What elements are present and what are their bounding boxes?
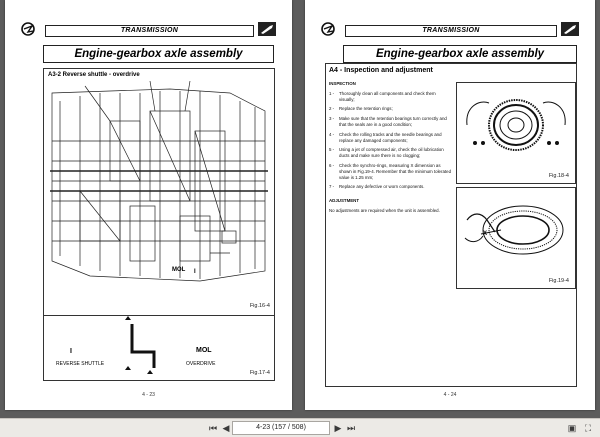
section-header: TRANSMISSION xyxy=(45,25,254,37)
item-text: Make sure that the retention bearings tu… xyxy=(339,116,447,127)
document-page-left: TRANSMISSION Engine-gearbox axle assembl… xyxy=(5,0,292,410)
last-page-button[interactable]: ⏭ xyxy=(345,422,357,434)
viewer-toolbar: ⏮ ◀ 4-23 (157 / 508) ▶ ⏭ ▣ ⛶ xyxy=(0,418,600,437)
list-item: 7 - Replace any defective or worn compone… xyxy=(329,184,451,190)
fit-page-icon[interactable]: ▣ xyxy=(566,422,578,434)
page-header: TRANSMISSION xyxy=(21,22,276,38)
adjustment-text: No adjustments are required when the uni… xyxy=(329,207,440,213)
reverse-shuttle-label: REVERSE SHUTTLE xyxy=(56,361,105,367)
mol-label: MOL xyxy=(172,267,186,273)
adjustment-heading: ADJUSTMENT xyxy=(329,198,360,204)
figure-box: X Fig.19-4 xyxy=(456,187,576,289)
item-text: Using a jet of compressed air, check the… xyxy=(339,147,444,159)
figure-label: Fig.17-4 xyxy=(249,370,270,376)
brand-logo-icon xyxy=(21,22,35,36)
item-text: Check the synchro-rings, measuring X dim… xyxy=(339,162,452,180)
item-number: 3 - xyxy=(329,116,335,122)
item-number: 2 - xyxy=(329,106,335,112)
list-item: 5 - Using a jet of compressed air, check … xyxy=(329,147,451,159)
reverse-shuttle-position: I xyxy=(70,348,72,355)
wrench-icon xyxy=(561,22,579,36)
wrench-icon xyxy=(258,22,276,36)
figure-box: Fig.18-4 xyxy=(456,82,576,184)
previous-page-button[interactable]: ◀ xyxy=(220,422,232,434)
item-text: Replace any defective or worn components… xyxy=(339,184,425,190)
list-item: 3 - Make sure that the retention bearings… xyxy=(329,116,451,128)
item-number: 1 - xyxy=(329,90,335,96)
mol-position-label: I xyxy=(194,269,196,275)
list-item: 2 - Replace the retention rings; xyxy=(329,106,451,112)
page-title: Engine-gearbox axle assembly xyxy=(343,45,577,63)
overdrive-label: OVERDRIVE xyxy=(186,361,216,367)
item-number: 4 - xyxy=(329,131,335,137)
shuttle-diagram-frame: I MOL REVERSE SHUTTLE OVERDRIVE Fig.17-4 xyxy=(43,314,275,381)
synchro-rings-drawing xyxy=(466,99,566,151)
item-text: Replace the retention rings; xyxy=(339,106,393,112)
list-item: 6 - Check the synchro-rings, measuring X … xyxy=(329,163,451,180)
item-number: 7 - xyxy=(329,184,335,190)
section-label: A3-2 Reverse shuttle - overdrive xyxy=(48,72,140,78)
synchro-measure-drawing xyxy=(464,205,564,255)
next-page-button[interactable]: ▶ xyxy=(332,422,344,434)
item-number: 6 - xyxy=(329,162,335,168)
inspection-text: INSPECTION 1 - Thoroughly clean all compo… xyxy=(329,80,451,214)
page-number-input[interactable]: 4-23 (157 / 508) xyxy=(232,421,330,435)
figure-label: Fig.16-4 xyxy=(249,303,270,309)
list-item: 1 - Thoroughly clean all components and c… xyxy=(329,91,451,103)
item-number: 5 - xyxy=(329,147,335,153)
figure-label: Fig.19-4 xyxy=(548,278,569,284)
fullscreen-icon[interactable]: ⛶ xyxy=(582,422,594,434)
x-dimension-label: X xyxy=(483,231,488,237)
first-page-button[interactable]: ⏮ xyxy=(207,422,219,434)
page-number: 4 - 24 xyxy=(443,392,457,398)
shuttle-lever-diagram xyxy=(125,316,156,374)
document-page-right: TRANSMISSION Engine-gearbox axle assembl… xyxy=(305,0,595,410)
page-header: TRANSMISSION xyxy=(321,22,579,38)
section-title: A4 - Inspection and adjustment xyxy=(329,67,433,74)
item-text: Thoroughly clean all components and chec… xyxy=(339,90,436,102)
inspection-frame: A4 - Inspection and adjustment INSPECTIO… xyxy=(325,63,577,387)
page-title: Engine-gearbox axle assembly xyxy=(43,45,274,63)
gearbox-diagram-frame: A3-2 Reverse shuttle - overdrive MOL I F… xyxy=(43,68,275,316)
overdrive-position: MOL xyxy=(196,347,212,354)
inspection-heading: INSPECTION xyxy=(329,81,356,86)
gearbox-cross-section-drawing xyxy=(50,81,268,282)
figure-label: Fig.18-4 xyxy=(548,173,569,179)
list-item: 4 - Check the rolling tracks and the need… xyxy=(329,132,451,144)
item-text: Check the rolling tracks and the needle … xyxy=(339,131,442,143)
brand-logo-icon xyxy=(321,22,335,36)
section-header: TRANSMISSION xyxy=(345,25,557,37)
page-number: 4 - 23 xyxy=(142,392,155,398)
